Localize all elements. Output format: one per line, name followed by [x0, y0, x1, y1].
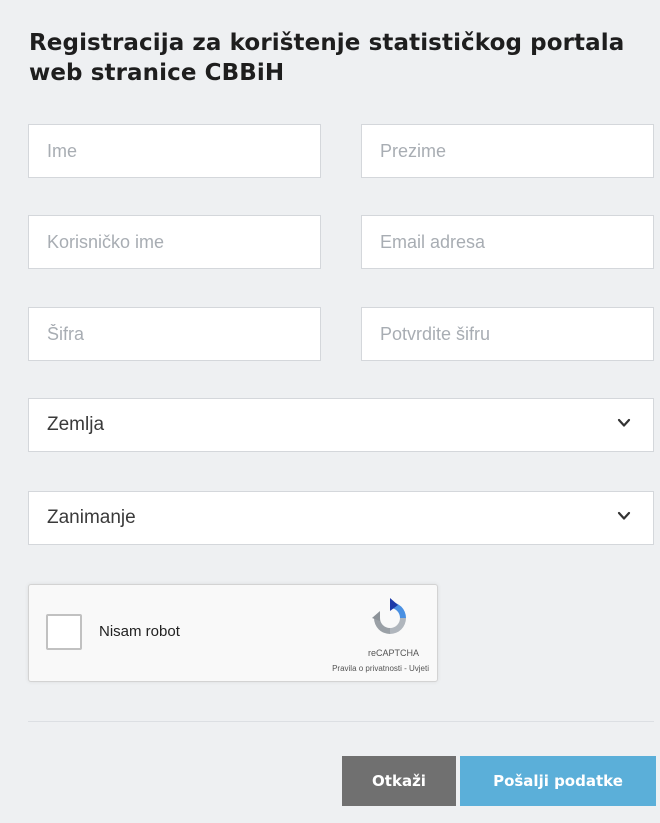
- password-confirm-input[interactable]: [361, 307, 654, 361]
- country-select-label: Zemlja: [47, 414, 105, 435]
- username-input[interactable]: [28, 215, 321, 269]
- form-title: Registracija za korištenje statističkog …: [29, 30, 625, 86]
- recaptcha-checkbox[interactable]: [46, 614, 82, 650]
- country-select[interactable]: Zemlja: [28, 398, 654, 452]
- occupation-select-label: Zanimanje: [47, 507, 136, 528]
- password-input[interactable]: [28, 307, 321, 361]
- cancel-button[interactable]: Otkaži: [342, 756, 456, 806]
- registration-form: Registracija za korištenje statističkog …: [0, 0, 660, 823]
- occupation-select[interactable]: Zanimanje: [28, 491, 654, 545]
- chevron-down-icon: [617, 418, 631, 427]
- first-name-input[interactable]: [28, 124, 321, 178]
- last-name-input[interactable]: [361, 124, 654, 178]
- chevron-down-icon: [617, 511, 631, 520]
- recaptcha-brand: reCAPTCHA: [367, 648, 419, 658]
- recaptcha-logo-icon: [372, 598, 406, 634]
- divider: [28, 721, 654, 722]
- recaptcha-widget: Nisam robot reCAPTCHA Pravila o privatno…: [28, 584, 438, 682]
- email-input[interactable]: [361, 215, 654, 269]
- submit-button[interactable]: Pošalji podatke: [460, 756, 656, 806]
- recaptcha-links[interactable]: Pravila o privatnosti - Uvjeti: [332, 664, 429, 673]
- recaptcha-label: Nisam robot: [99, 623, 180, 640]
